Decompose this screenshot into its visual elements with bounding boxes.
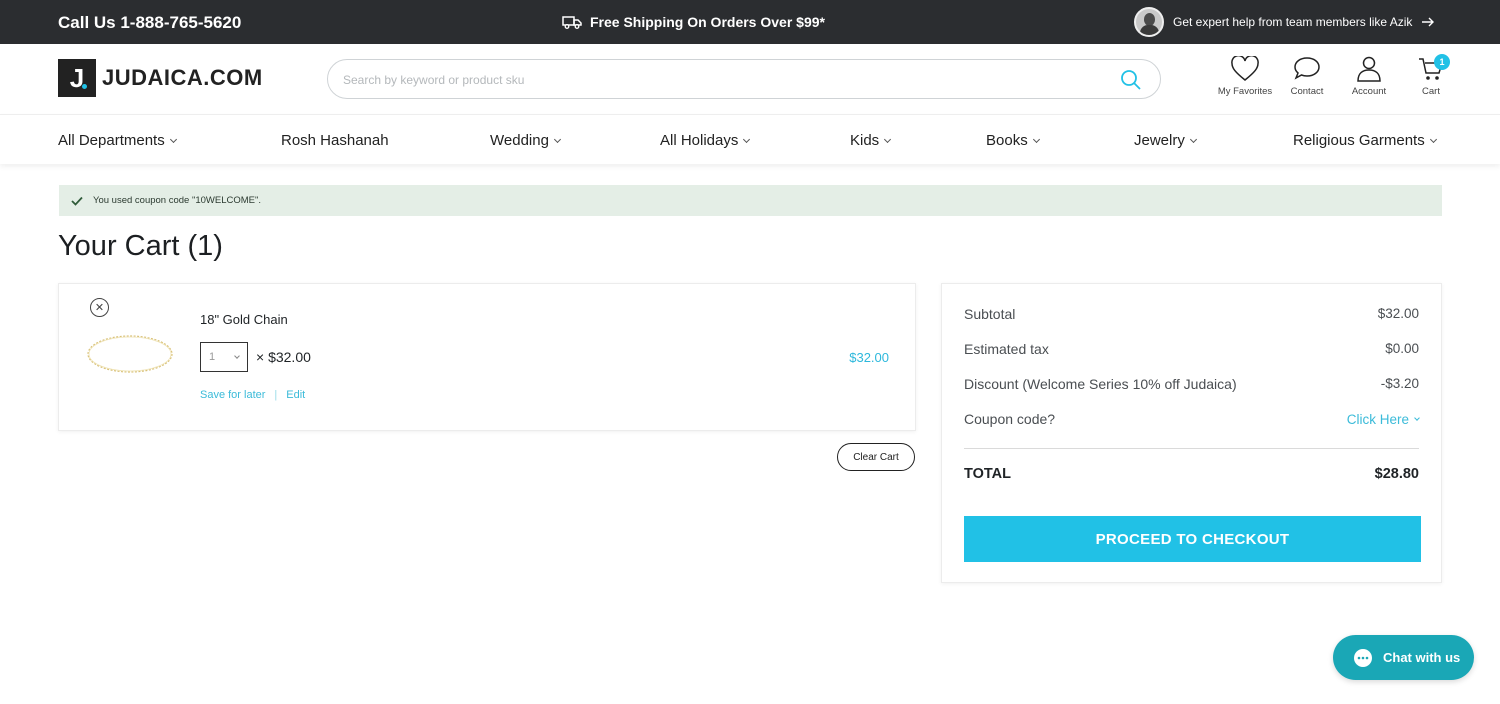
item-actions: Save for later | Edit (200, 389, 305, 401)
proceed-to-checkout-button[interactable]: PROCEED TO CHECKOUT (964, 516, 1421, 562)
remove-item-button[interactable]: ✕ (90, 298, 109, 317)
main-nav: All Departments Rosh Hashanah Wedding Al… (0, 114, 1500, 164)
cart-count-badge: 1 (1434, 54, 1450, 70)
nav-kids[interactable]: Kids (850, 132, 892, 149)
coupon-click-here-link[interactable]: Click Here (1346, 411, 1420, 427)
nav-label: Jewelry (1134, 132, 1185, 149)
close-icon: ✕ (94, 302, 105, 314)
site-logo[interactable]: J JUDAICA.COM (58, 59, 263, 97)
search-icon[interactable] (1120, 69, 1142, 91)
search-bar (327, 59, 1161, 99)
cart-item-card: ✕ 18" Gold Chain 1 × $32.00 Save for lat… (58, 283, 916, 431)
expert-help-text: Get expert help from team members like A… (1173, 15, 1413, 29)
nav-books[interactable]: Books (986, 132, 1040, 149)
chevron-down-icon (1032, 135, 1040, 143)
heart-icon (1231, 56, 1259, 81)
favorites-label: My Favorites (1217, 86, 1273, 97)
total-label: TOTAL (964, 466, 1011, 482)
chat-label: Chat with us (1383, 650, 1461, 665)
chevron-down-icon (884, 135, 892, 143)
cart-link[interactable]: Cart 1 (1400, 54, 1462, 97)
chevron-down-icon (743, 135, 751, 143)
product-image[interactable] (85, 332, 175, 378)
account-label: Account (1351, 86, 1387, 97)
logo-mark: J (58, 59, 96, 97)
contact-link[interactable]: Contact (1276, 56, 1338, 97)
order-summary: Subtotal $32.00 Estimated tax $0.00 Disc… (941, 283, 1442, 583)
arrow-right-icon (1422, 17, 1435, 27)
chevron-down-icon (1429, 135, 1437, 143)
product-name[interactable]: 18" Gold Chain (200, 312, 288, 327)
header-icons: My Favorites Contact Account Cart 1 (1214, 54, 1462, 97)
account-link[interactable]: Account (1338, 56, 1400, 97)
nav-label: Rosh Hashanah (281, 132, 389, 149)
page-title: Your Cart (1) (58, 230, 223, 262)
subtotal-label: Subtotal (964, 306, 1016, 322)
subtotal-row: Subtotal $32.00 (964, 306, 1419, 322)
chat-bubble-icon (1294, 57, 1320, 80)
chat-bubble-icon (1354, 648, 1372, 667)
user-icon (1357, 56, 1381, 82)
nav-wedding[interactable]: Wedding (490, 132, 561, 149)
line-total: $32.00 (849, 350, 889, 365)
quantity-select[interactable]: 1 (200, 342, 248, 372)
save-for-later-link[interactable]: Save for later (200, 389, 265, 401)
tax-value: $0.00 (1385, 341, 1419, 356)
nav-religious-garments[interactable]: Religious Garments (1293, 132, 1437, 149)
chevron-down-icon (234, 352, 240, 359)
summary-divider (964, 448, 1419, 449)
discount-label: Discount (Welcome Series 10% off Judaica… (964, 376, 1237, 392)
nav-label: All Departments (58, 132, 165, 149)
discount-value: -$3.20 (1380, 376, 1419, 391)
quantity-value: 1 (209, 351, 216, 363)
nav-label: Books (986, 132, 1028, 149)
coupon-notice-text: You used coupon code "10WELCOME". (93, 195, 261, 206)
truck-icon (562, 16, 582, 29)
search-input[interactable] (343, 70, 1103, 90)
tax-row: Estimated tax $0.00 (964, 341, 1419, 357)
nav-label: Kids (850, 132, 880, 149)
nav-all-departments[interactable]: All Departments (58, 132, 177, 149)
nav-jewelry[interactable]: Jewelry (1134, 132, 1197, 149)
coupon-link-text: Click Here (1346, 411, 1409, 427)
link-separator: | (274, 389, 278, 401)
total-row: TOTAL $28.80 (964, 466, 1419, 482)
edit-link[interactable]: Edit (286, 389, 305, 401)
coupon-notice: You used coupon code "10WELCOME". (59, 185, 1442, 216)
chat-widget-button[interactable]: Chat with us (1333, 635, 1474, 680)
coupon-row: Coupon code? Click Here (964, 411, 1420, 427)
top-bar: Call Us 1-888-765-5620 Free Shipping On … (0, 0, 1500, 44)
shipping-text: Free Shipping On Orders Over $99* (590, 14, 825, 30)
cart-label: Cart (1422, 86, 1440, 97)
favorites-link[interactable]: My Favorites (1214, 56, 1276, 97)
clear-cart-button[interactable]: Clear Cart (837, 443, 915, 471)
nav-rosh-hashanah[interactable]: Rosh Hashanah (281, 132, 389, 149)
logo-letter: J (69, 62, 85, 93)
shipping-banner: Free Shipping On Orders Over $99* (562, 14, 825, 30)
expert-help-link[interactable]: Get expert help from team members like A… (1134, 7, 1435, 37)
tax-label: Estimated tax (964, 341, 1049, 357)
checkmark-icon (71, 196, 83, 206)
unit-price: × $32.00 (256, 349, 311, 365)
avatar (1134, 7, 1164, 37)
chevron-down-icon (1189, 135, 1197, 143)
nav-all-holidays[interactable]: All Holidays (660, 132, 751, 149)
discount-row: Discount (Welcome Series 10% off Judaica… (964, 376, 1419, 392)
chevron-down-icon (169, 135, 177, 143)
subtotal-value: $32.00 (1377, 306, 1419, 321)
nav-label: Religious Garments (1293, 132, 1425, 149)
total-value: $28.80 (1374, 466, 1419, 482)
chevron-down-icon (553, 135, 561, 143)
coupon-label: Coupon code? (964, 411, 1056, 427)
nav-label: All Holidays (660, 132, 739, 149)
phone-number[interactable]: Call Us 1-888-765-5620 (58, 13, 241, 33)
logo-wordmark: JUDAICA.COM (102, 65, 263, 90)
chevron-down-icon (1414, 414, 1420, 421)
contact-label: Contact (1290, 86, 1324, 97)
nav-label: Wedding (490, 132, 549, 149)
